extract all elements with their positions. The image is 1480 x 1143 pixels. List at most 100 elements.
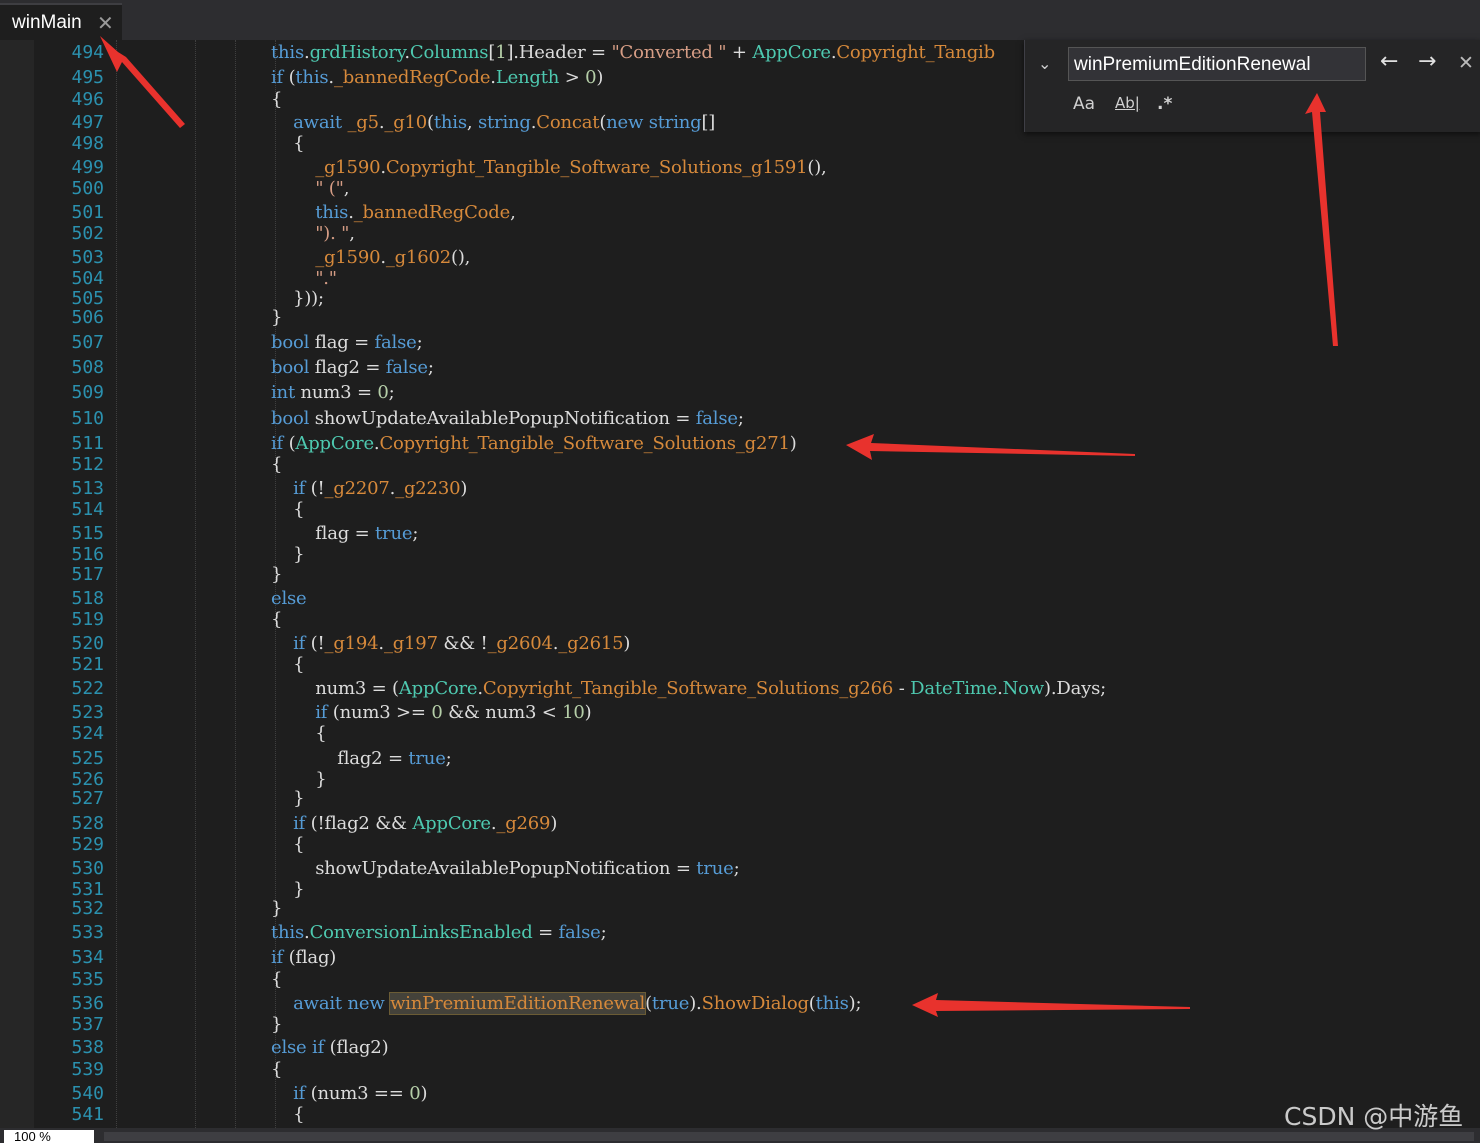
code-line[interactable]: if (AppCore.Copyright_Tangible_Software_… bbox=[271, 433, 797, 455]
code-line[interactable]: this.grdHistory.Columns[1].Header = "Con… bbox=[271, 42, 995, 64]
code-line[interactable]: bool flag = false; bbox=[271, 332, 423, 354]
code-line[interactable]: if (!_g2207._g2230) bbox=[271, 478, 467, 500]
code-line[interactable]: { bbox=[271, 499, 304, 521]
line-number: 521 bbox=[71, 654, 104, 675]
line-number: 536 bbox=[71, 993, 104, 1014]
line-number: 524 bbox=[71, 723, 104, 744]
line-number: 498 bbox=[71, 133, 104, 154]
line-number: 508 bbox=[71, 357, 104, 378]
indicator-margin bbox=[0, 40, 34, 1128]
code-line[interactable]: else bbox=[271, 588, 307, 610]
code-line[interactable]: { bbox=[271, 723, 326, 745]
zoom-dropdown[interactable]: 100 % bbox=[4, 1130, 94, 1143]
whole-word-button[interactable]: Ab| bbox=[1115, 94, 1140, 112]
line-number: 540 bbox=[71, 1083, 104, 1104]
code-line[interactable]: } bbox=[271, 1014, 282, 1036]
regex-button[interactable]: .* bbox=[1157, 94, 1172, 114]
line-number: 541 bbox=[71, 1104, 104, 1125]
line-number: 533 bbox=[71, 922, 104, 943]
line-number: 532 bbox=[71, 898, 104, 919]
indent-guide bbox=[235, 40, 236, 1128]
tab-title: winMain bbox=[12, 12, 82, 33]
code-line[interactable]: _g1590._g1602(), bbox=[271, 247, 470, 269]
line-number: 530 bbox=[71, 858, 104, 879]
code-line[interactable]: { bbox=[271, 1104, 304, 1126]
match-case-button[interactable]: Aa bbox=[1073, 94, 1095, 114]
line-number: 523 bbox=[71, 702, 104, 723]
line-number: 517 bbox=[71, 564, 104, 585]
line-number: 538 bbox=[71, 1037, 104, 1058]
code-line[interactable]: "." bbox=[271, 268, 337, 290]
code-line[interactable]: flag = true; bbox=[271, 523, 418, 545]
tab-winmain[interactable]: winMain ✕ bbox=[0, 3, 122, 40]
code-line[interactable]: " (", bbox=[271, 178, 349, 200]
line-number: 512 bbox=[71, 454, 104, 475]
code-line[interactable]: } bbox=[271, 898, 282, 920]
code-line[interactable]: if (this._bannedRegCode.Length > 0) bbox=[271, 67, 603, 89]
code-line[interactable]: { bbox=[271, 609, 282, 631]
code-line[interactable]: { bbox=[271, 654, 304, 676]
line-number: 509 bbox=[71, 382, 104, 403]
code-line[interactable]: int num3 = 0; bbox=[271, 382, 395, 404]
line-number: 502 bbox=[71, 223, 104, 244]
line-number: 503 bbox=[71, 247, 104, 268]
line-number: 499 bbox=[71, 157, 104, 178]
line-number: 501 bbox=[71, 202, 104, 223]
line-number: 529 bbox=[71, 834, 104, 855]
line-number: 537 bbox=[71, 1014, 104, 1035]
code-line[interactable]: bool flag2 = false; bbox=[271, 357, 434, 379]
code-line[interactable]: if (!flag2 && AppCore._g269) bbox=[271, 813, 557, 835]
code-line[interactable]: _g1590.Copyright_Tangible_Software_Solut… bbox=[271, 157, 827, 179]
line-number: 519 bbox=[71, 609, 104, 630]
code-line[interactable]: } bbox=[271, 564, 282, 586]
code-line[interactable]: await _g5._g10(this, string.Concat(new s… bbox=[271, 112, 715, 134]
line-number: 528 bbox=[71, 813, 104, 834]
code-line[interactable]: { bbox=[271, 1059, 282, 1081]
line-number: 522 bbox=[71, 678, 104, 699]
code-line[interactable]: showUpdateAvailablePopupNotification = t… bbox=[271, 858, 739, 880]
find-widget: ⌄ winPremiumEditionRenewal ← → ✕ Aa Ab| … bbox=[1024, 40, 1480, 132]
chevron-down-icon[interactable]: ⌄ bbox=[1038, 54, 1051, 73]
line-number: 525 bbox=[71, 748, 104, 769]
code-line[interactable]: if (!_g194._g197 && !_g2604._g2615) bbox=[271, 633, 630, 655]
find-previous-button[interactable]: ← bbox=[1380, 49, 1398, 74]
line-number: 497 bbox=[71, 112, 104, 133]
code-line[interactable]: await new winPremiumEditionRenewal(true)… bbox=[271, 992, 862, 1015]
line-number: 535 bbox=[71, 969, 104, 990]
line-number: 518 bbox=[71, 588, 104, 609]
find-next-button[interactable]: → bbox=[1418, 49, 1436, 74]
code-line[interactable]: "). ", bbox=[271, 223, 355, 245]
code-line[interactable]: } bbox=[271, 544, 304, 566]
line-number: 496 bbox=[71, 89, 104, 110]
code-line[interactable]: } bbox=[271, 788, 304, 810]
code-line[interactable]: { bbox=[271, 133, 304, 155]
code-line[interactable]: flag2 = true; bbox=[271, 748, 451, 770]
code-line[interactable]: bool showUpdateAvailablePopupNotificatio… bbox=[271, 408, 744, 430]
close-find-icon[interactable]: ✕ bbox=[1458, 52, 1474, 74]
code-line[interactable]: } bbox=[271, 307, 282, 329]
code-line[interactable]: { bbox=[271, 454, 282, 476]
horizontal-scrollbar[interactable] bbox=[104, 1132, 1474, 1141]
code-line[interactable]: this.ConversionLinksEnabled = false; bbox=[271, 922, 607, 944]
tab-close-icon[interactable]: ✕ bbox=[97, 11, 114, 35]
find-input[interactable]: winPremiumEditionRenewal bbox=[1068, 47, 1366, 81]
code-line[interactable]: { bbox=[271, 89, 282, 111]
code-line[interactable]: { bbox=[271, 834, 304, 856]
editor-status-bar: 100 % bbox=[0, 1128, 1480, 1143]
line-number: 520 bbox=[71, 633, 104, 654]
line-number: 516 bbox=[71, 544, 104, 565]
code-line[interactable]: num3 = (AppCore.Copyright_Tangible_Softw… bbox=[271, 678, 1106, 700]
document-tab-bar: winMain ✕ bbox=[0, 0, 1480, 40]
code-line[interactable]: if (num3 >= 0 && num3 < 10) bbox=[271, 702, 592, 724]
line-number: 494 bbox=[71, 42, 104, 63]
code-line[interactable]: if (flag) bbox=[271, 947, 336, 969]
line-number: 510 bbox=[71, 408, 104, 429]
indent-guide bbox=[116, 40, 117, 1128]
line-number: 504 bbox=[71, 268, 104, 289]
line-number: 511 bbox=[71, 433, 104, 454]
code-line[interactable]: if (num3 == 0) bbox=[271, 1083, 427, 1105]
code-editor[interactable]: 494 495 496 497 498 499 500 501 502 503 504 505 506 5… bbox=[0, 40, 1480, 1128]
code-line[interactable]: this._bannedRegCode, bbox=[271, 202, 516, 224]
code-line[interactable]: else if (flag2) bbox=[271, 1037, 389, 1059]
code-line[interactable]: { bbox=[271, 969, 282, 991]
